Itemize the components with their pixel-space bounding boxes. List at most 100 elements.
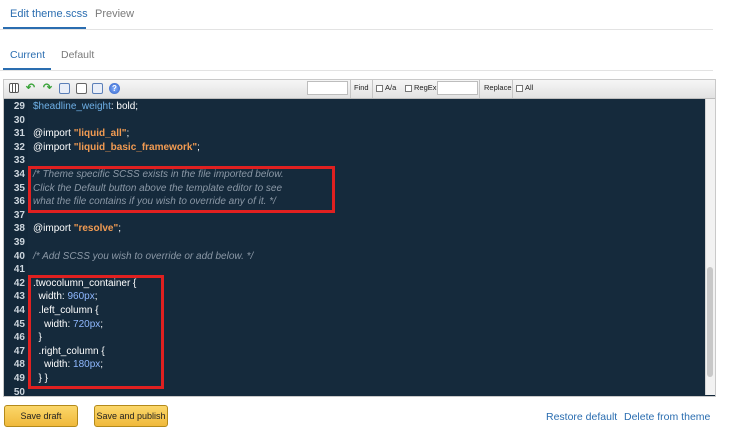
find-button[interactable]: Find: [354, 83, 369, 92]
restore-default-link[interactable]: Restore default: [546, 411, 617, 423]
code-token: /* Theme specific SCSS exists in the fil…: [33, 169, 284, 180]
code-line: what the file contains if you wish to ov…: [33, 195, 276, 209]
vertical-scrollbar[interactable]: [705, 99, 715, 395]
tab-edit-theme-scss[interactable]: Edit theme.scss: [10, 8, 88, 20]
code-token: ;: [94, 291, 98, 303]
replace-input[interactable]: [437, 81, 478, 95]
code-token: }: [33, 332, 42, 344]
code-line: .right_column {: [33, 345, 105, 359]
line-number: 41: [13, 264, 25, 276]
line-number: 39: [13, 237, 25, 248]
code-token: ;: [118, 223, 122, 235]
redo-icon[interactable]: ↷: [42, 83, 53, 94]
line-number: 30: [13, 114, 25, 126]
code-token: Click the Default button above the templ…: [33, 182, 283, 194]
code-token: ;: [100, 318, 104, 330]
case-checkbox[interactable]: [376, 85, 383, 92]
code-token: width:: [33, 359, 74, 371]
code-line: width: 180px;: [33, 358, 103, 372]
separator: [512, 80, 513, 98]
trash-icon[interactable]: [9, 83, 19, 93]
file-tabs: Edit theme.scss Preview: [0, 0, 713, 30]
help-icon[interactable]: ?: [109, 83, 120, 94]
line-number: 29: [13, 101, 25, 112]
version-tabs: Current Default: [0, 29, 713, 71]
delete-from-theme-link[interactable]: Delete from theme: [624, 411, 710, 423]
line-number: 36: [13, 196, 25, 208]
find-input[interactable]: [307, 81, 348, 95]
line-number-gutter: 29 30 31 32 33 34 35 36 37 38 39 40 41 42 43 44 45 46 47 48…: [4, 99, 28, 397]
tab-preview[interactable]: Preview: [95, 8, 134, 20]
code-token: @import: [33, 141, 74, 153]
replace-all-label: All: [525, 83, 534, 92]
code-token: .left_column {: [33, 305, 99, 316]
code-token: .right_column {: [33, 345, 105, 357]
separator: [350, 80, 351, 98]
separator: [372, 80, 373, 98]
code-token: ;: [197, 141, 200, 153]
line-number: 46: [13, 332, 25, 344]
code-token: ;: [126, 128, 130, 140]
replace-all-checkbox[interactable]: [516, 85, 523, 92]
code-token: : bold;: [110, 101, 139, 112]
code-line: width: 960px;: [33, 290, 98, 304]
replace-button[interactable]: Replace: [484, 83, 512, 92]
code-token: } }: [33, 373, 49, 384]
code-line: $headline_weight: bold;: [33, 100, 138, 114]
code-token: 720px: [73, 318, 101, 330]
line-number: 38: [13, 223, 25, 235]
line-number: 47: [13, 345, 25, 357]
code-token: $headline_weight: [33, 101, 111, 112]
code-token: "liquid_all": [73, 128, 127, 140]
line-number: 32: [13, 141, 25, 153]
undo-icon[interactable]: ↶: [25, 83, 36, 94]
document-icon[interactable]: [76, 83, 87, 94]
code-line: /* Theme specific SCSS exists in the fil…: [33, 168, 284, 182]
line-number: 40: [13, 250, 25, 262]
code-token: @import: [33, 223, 74, 235]
line-number: 43: [13, 291, 25, 303]
regex-label: RegEx: [414, 83, 437, 92]
line-number: 37: [13, 209, 25, 221]
code-token: 960px: [67, 291, 95, 303]
regex-checkbox[interactable]: [405, 85, 412, 92]
tab-default[interactable]: Default: [61, 49, 94, 61]
code-token: width:: [33, 318, 74, 330]
code-token: what the file contains if you wish to ov…: [33, 196, 276, 208]
line-number: 45: [13, 318, 25, 330]
active-subtab-indicator: [3, 68, 51, 70]
line-number: 34: [13, 169, 25, 180]
code-token: @import: [33, 128, 74, 140]
code-token: /* Add SCSS you wish to override or add …: [33, 250, 254, 262]
code-token: ;: [100, 359, 104, 371]
line-number: 31: [13, 128, 25, 140]
code-text-area[interactable]: $headline_weight: bold; @import "liquid_a…: [28, 99, 708, 396]
code-line: @import "liquid_all";: [33, 127, 129, 141]
code-editor[interactable]: ↶ ↷ ? Find A/a RegEx Replace All 29 30 31 3…: [3, 79, 716, 397]
code-line: @import "liquid_basic_framework";: [33, 141, 200, 155]
code-line: Click the Default button above the templ…: [33, 182, 282, 196]
code-token: "resolve": [73, 223, 119, 235]
line-number: 49: [13, 373, 25, 384]
code-line: } }: [33, 372, 48, 386]
save-draft-button[interactable]: Save draft: [4, 405, 78, 427]
scrollbar-thumb[interactable]: [707, 267, 713, 377]
code-line: /* Add SCSS you wish to override or add …: [33, 250, 253, 264]
code-line: .twocolumn_container {: [33, 277, 136, 291]
save-and-publish-button[interactable]: Save and publish: [94, 405, 168, 427]
code-line: .left_column {: [33, 304, 99, 318]
editor-toolbar: ↶ ↷ ? Find A/a RegEx Replace All: [4, 80, 715, 99]
page-icon[interactable]: [59, 83, 70, 94]
line-number: 35: [13, 182, 25, 194]
line-number: 44: [13, 305, 25, 316]
code-line: }: [33, 331, 42, 345]
code-token: width:: [33, 291, 68, 303]
line-number: 48: [13, 359, 25, 371]
code-token: 180px: [73, 359, 101, 371]
code-token: "liquid_basic_framework": [73, 141, 198, 153]
code-line: width: 720px;: [33, 318, 103, 332]
tab-current[interactable]: Current: [10, 49, 45, 61]
line-number: 50: [13, 386, 25, 397]
page-icon[interactable]: [92, 83, 103, 94]
case-label: A/a: [385, 83, 397, 92]
